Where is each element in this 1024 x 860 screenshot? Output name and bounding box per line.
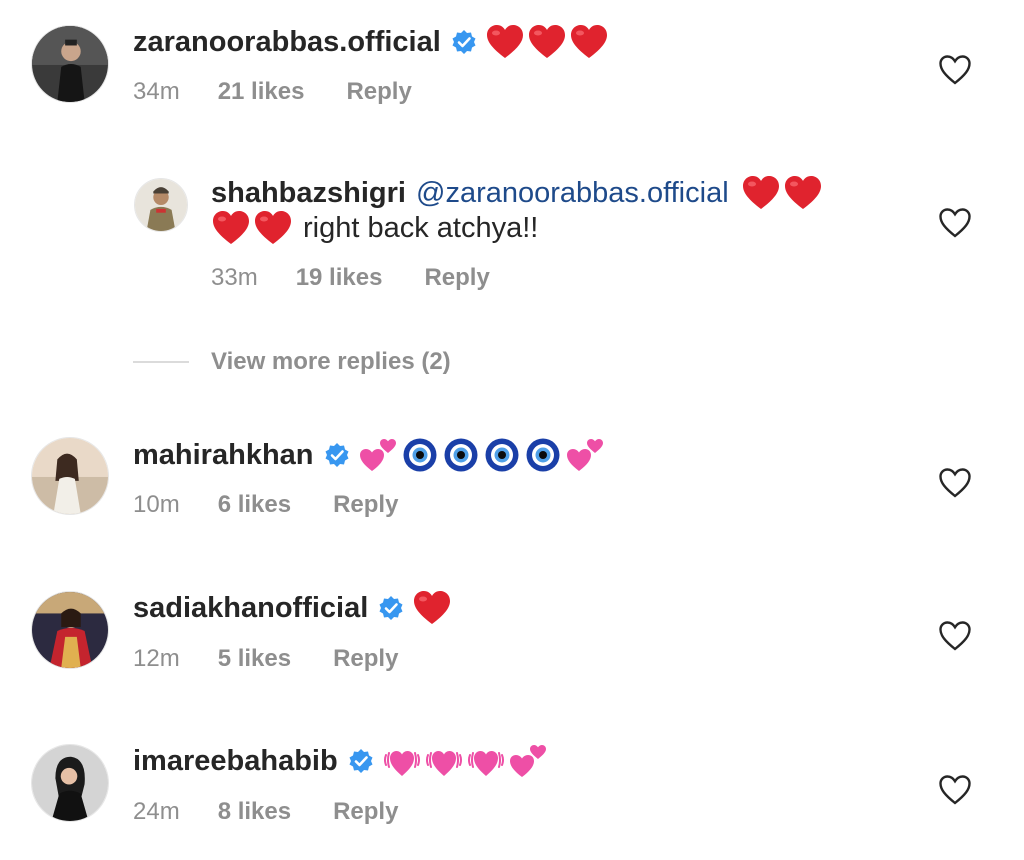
like-heart-icon[interactable] bbox=[938, 467, 972, 499]
verified-badge-icon bbox=[451, 29, 477, 55]
reply-button[interactable]: Reply bbox=[333, 798, 398, 826]
two-hearts-emoji bbox=[508, 743, 548, 779]
verified-badge-icon bbox=[348, 748, 374, 774]
vibrating-heart-emoji bbox=[466, 743, 506, 779]
avatar[interactable] bbox=[31, 591, 109, 669]
username[interactable]: shahbazshigri bbox=[211, 175, 406, 211]
red-heart-emoji bbox=[412, 590, 452, 626]
like-heart-icon[interactable] bbox=[938, 620, 972, 652]
like-heart-icon[interactable] bbox=[938, 54, 972, 86]
comment-time: 24m bbox=[133, 798, 180, 825]
red-heart-emoji bbox=[527, 24, 567, 60]
username[interactable]: zaranoorabbas.official bbox=[133, 24, 441, 60]
profile-photo bbox=[32, 592, 108, 668]
comment-time: 34m bbox=[133, 78, 180, 105]
likes-count[interactable]: 5 likes bbox=[218, 645, 291, 673]
profile-photo bbox=[32, 438, 108, 514]
profile-photo bbox=[32, 26, 108, 102]
reply-button[interactable]: Reply bbox=[346, 78, 411, 106]
nazar-amulet-emoji bbox=[443, 437, 479, 473]
view-more-label: View more replies (2) bbox=[211, 348, 451, 375]
username[interactable]: sadiakhanofficial bbox=[133, 590, 368, 626]
like-heart-icon[interactable] bbox=[938, 207, 972, 239]
verified-badge-icon bbox=[324, 442, 350, 468]
avatar[interactable] bbox=[31, 25, 109, 103]
avatar[interactable] bbox=[31, 437, 109, 515]
likes-count[interactable]: 6 likes bbox=[218, 491, 291, 519]
likes-count[interactable]: 8 likes bbox=[218, 798, 291, 826]
reply-button[interactable]: Reply bbox=[424, 264, 489, 292]
like-heart-icon[interactable] bbox=[938, 774, 972, 806]
red-heart-emoji bbox=[783, 175, 823, 211]
comment-time: 12m bbox=[133, 645, 180, 672]
reply-button[interactable]: Reply bbox=[333, 645, 398, 673]
nazar-amulet-emoji bbox=[484, 437, 520, 473]
vibrating-heart-emoji bbox=[424, 743, 464, 779]
mention-link[interactable]: @zaranoorabbas.official bbox=[416, 175, 729, 211]
reply-button[interactable]: Reply bbox=[333, 491, 398, 519]
username[interactable]: imareebahabib bbox=[133, 743, 338, 779]
likes-count[interactable]: 21 likes bbox=[218, 78, 305, 106]
red-heart-emoji bbox=[211, 210, 251, 246]
comment-time: 10m bbox=[133, 491, 180, 518]
profile-photo bbox=[32, 745, 108, 821]
avatar[interactable] bbox=[134, 178, 188, 232]
red-heart-emoji bbox=[253, 210, 293, 246]
vibrating-heart-emoji bbox=[382, 743, 422, 779]
nazar-amulet-emoji bbox=[402, 437, 438, 473]
red-heart-emoji bbox=[485, 24, 525, 60]
two-hearts-emoji bbox=[565, 437, 605, 473]
profile-photo bbox=[135, 179, 187, 231]
red-heart-emoji bbox=[741, 175, 781, 211]
two-hearts-emoji bbox=[358, 437, 398, 473]
comment-text: right back atchya!! bbox=[303, 212, 539, 244]
divider bbox=[133, 361, 189, 363]
verified-badge-icon bbox=[378, 595, 404, 621]
view-more-replies-button[interactable]: View more replies (2) bbox=[133, 348, 451, 376]
comment-time: 33m bbox=[211, 264, 258, 291]
avatar[interactable] bbox=[31, 744, 109, 822]
red-heart-emoji bbox=[569, 24, 609, 60]
username[interactable]: mahirahkhan bbox=[133, 437, 314, 473]
nazar-amulet-emoji bbox=[525, 437, 561, 473]
likes-count[interactable]: 19 likes bbox=[296, 264, 383, 292]
